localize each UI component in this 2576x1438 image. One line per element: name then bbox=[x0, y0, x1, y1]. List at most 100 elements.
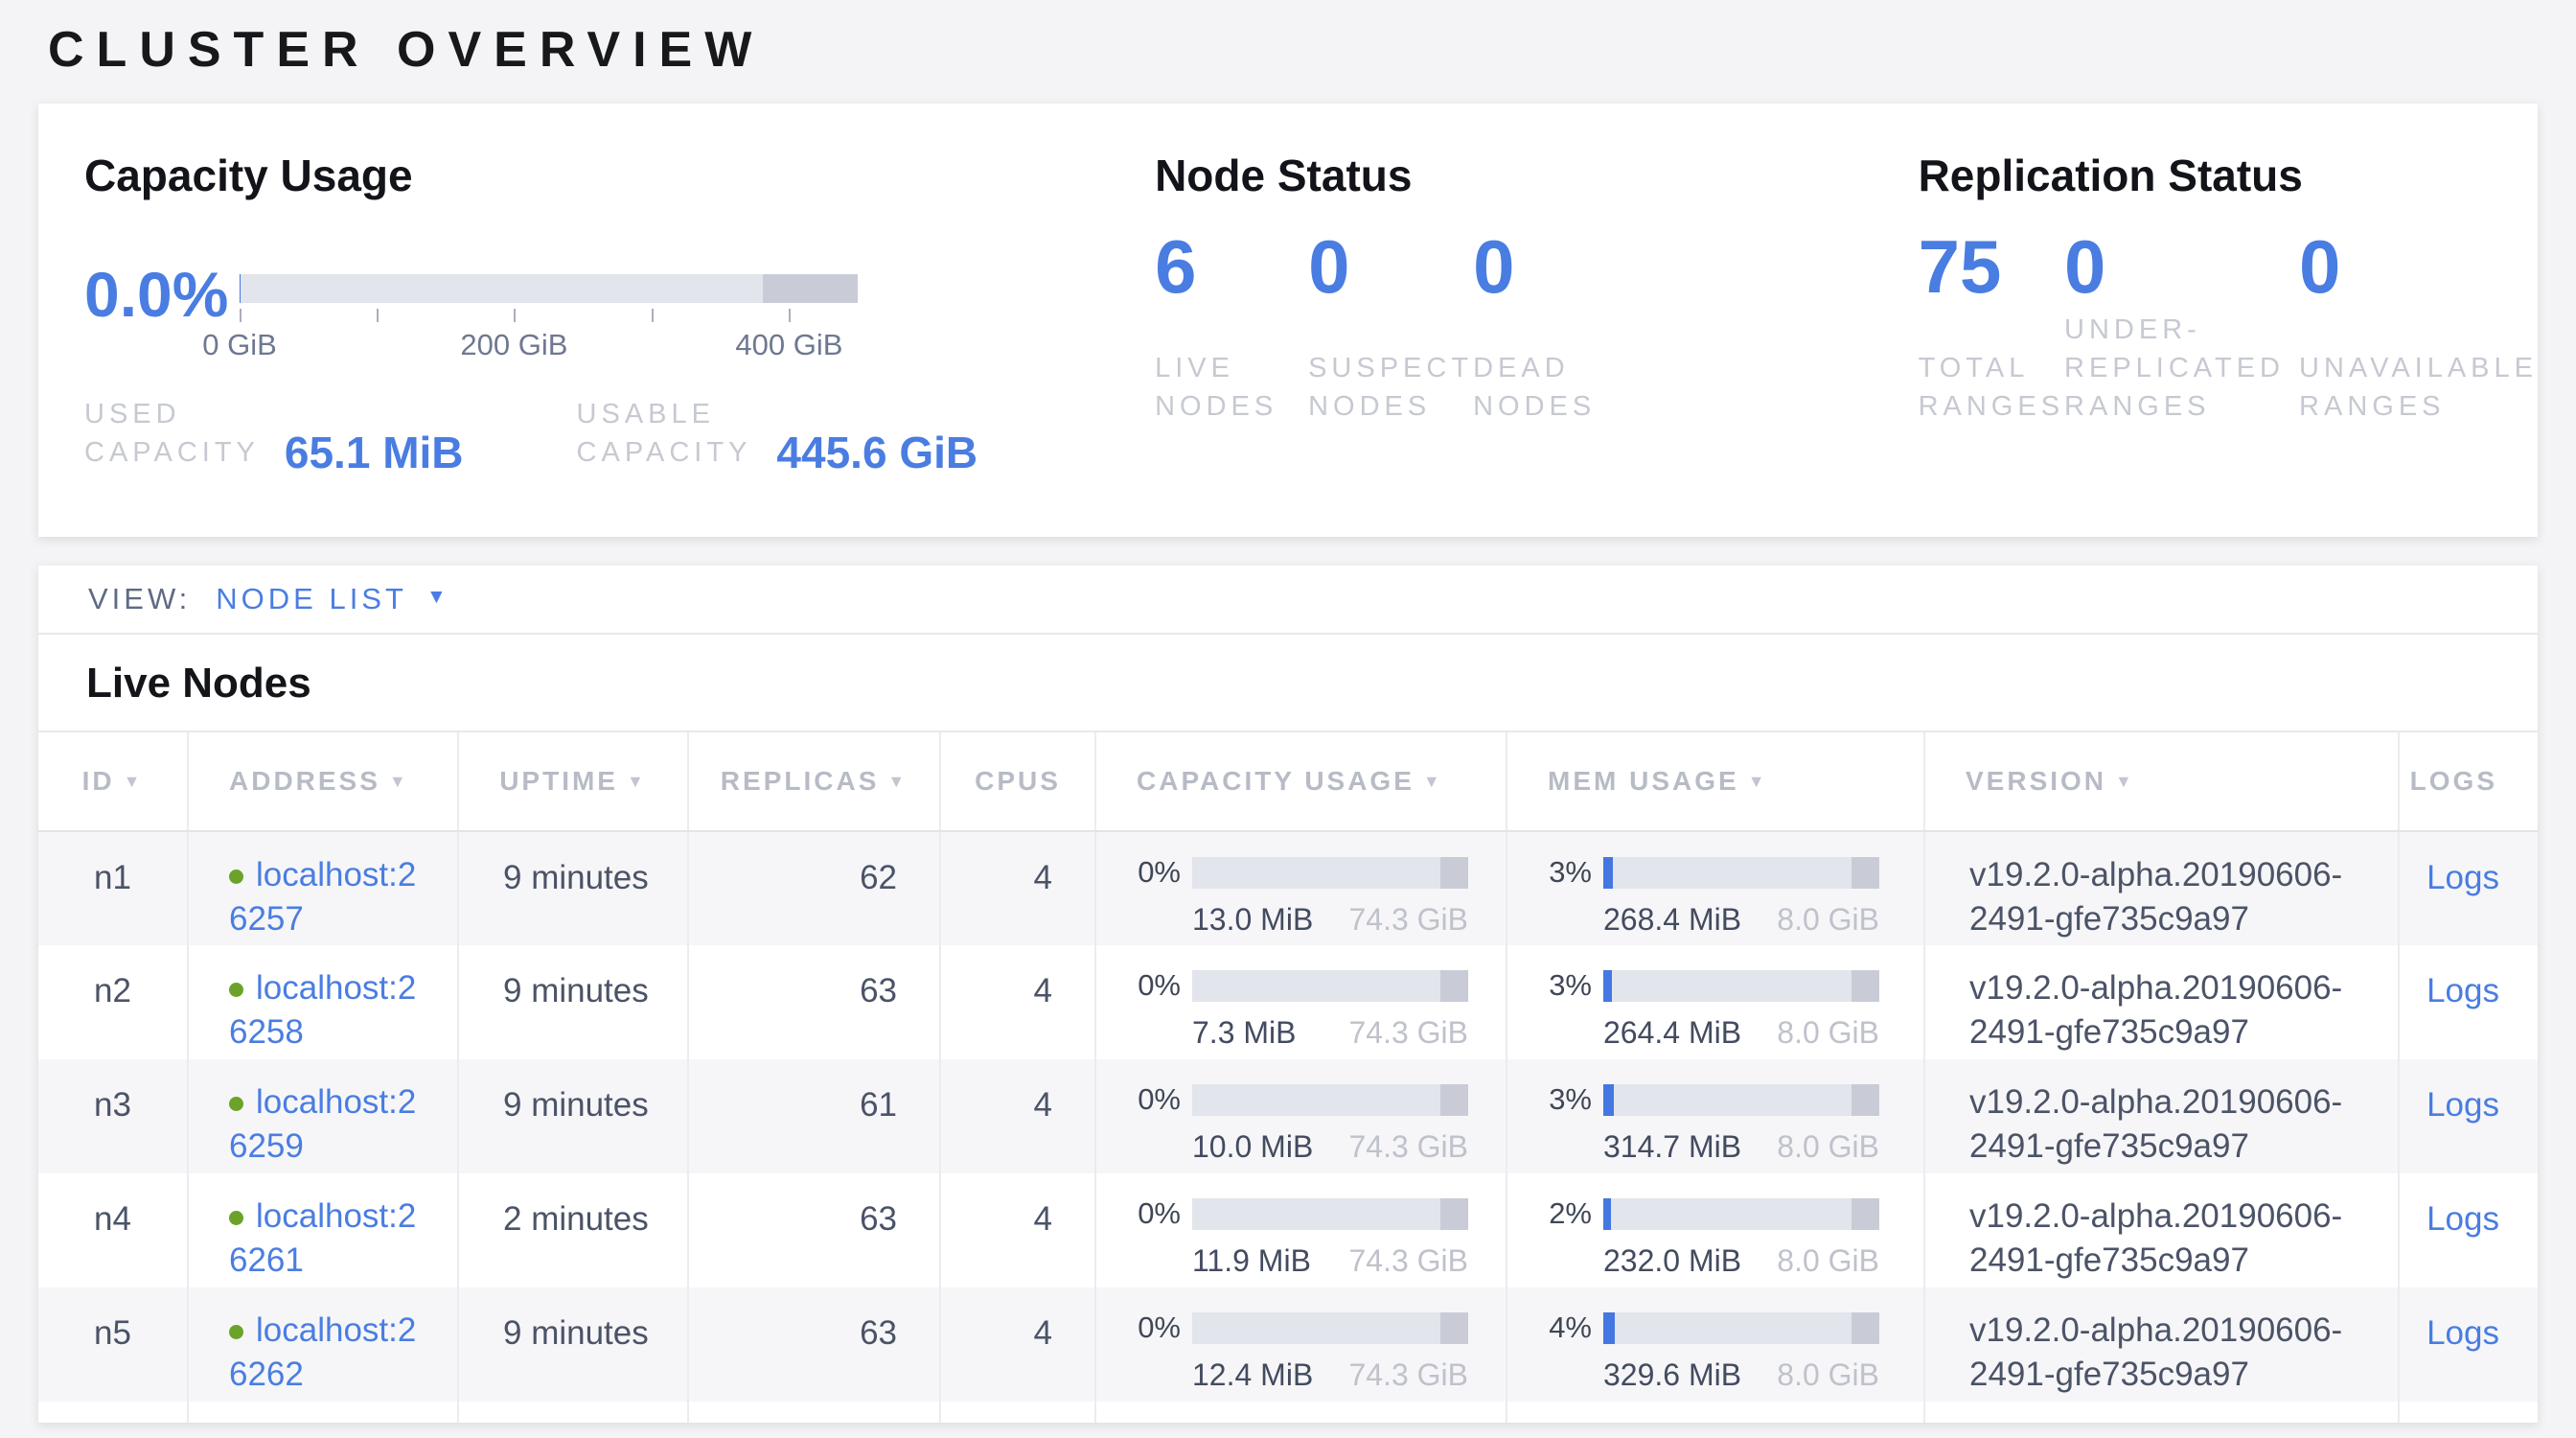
memory-total-value: 8.0 GiB bbox=[1777, 1015, 1879, 1051]
sort-descending-icon: ▼ bbox=[1748, 772, 1768, 791]
replication-status-section: Replication Status 75 TOTAL RANGES 0 UND… bbox=[1919, 153, 2538, 537]
capacity-percent: 0% bbox=[1133, 968, 1192, 1003]
memory-bar-fill bbox=[1603, 970, 1612, 1002]
dead-nodes-stat: 0 DEAD NODES bbox=[1473, 228, 1626, 426]
column-header[interactable]: CAPACITY USAGE▼ bbox=[1095, 731, 1506, 831]
node-cpus-cell: 4 bbox=[940, 831, 1095, 945]
capacity-axis: 0 GiB 200 GiB 400 GiB bbox=[240, 303, 858, 357]
column-header-label: REPLICAS bbox=[721, 766, 880, 796]
usable-capacity-stat: USABLE CAPACITY 445.6 GiB bbox=[577, 395, 978, 472]
capacity-usage-heading: Capacity Usage bbox=[84, 153, 1155, 197]
memory-bar-track bbox=[1603, 1198, 1879, 1230]
node-address-link[interactable]: localhost:26261 bbox=[229, 1197, 416, 1279]
node-address-link[interactable]: localhost:26258 bbox=[229, 969, 416, 1051]
node-logs-cell: Logs bbox=[2399, 1287, 2538, 1402]
node-version-cell: v19.2.0-alpha.20190606-2491-gfe735c9a97 bbox=[1924, 1173, 2399, 1287]
column-header[interactable]: MEM USAGE▼ bbox=[1506, 731, 1924, 831]
live-nodes-table-foot bbox=[38, 1402, 2538, 1423]
logs-link[interactable]: Logs bbox=[2426, 1314, 2499, 1352]
node-healthy-icon bbox=[229, 1211, 243, 1225]
memory-percent: 3% bbox=[1544, 855, 1603, 890]
chevron-down-icon[interactable]: ▼ bbox=[426, 586, 447, 609]
sort-descending-icon: ▼ bbox=[2115, 772, 2135, 791]
logs-link[interactable]: Logs bbox=[2426, 1086, 2499, 1124]
node-logs-cell: Logs bbox=[2399, 945, 2538, 1059]
column-header-label: ID bbox=[82, 766, 115, 796]
suspect-nodes-label: SUSPECT NODES bbox=[1308, 349, 1473, 426]
node-row: n2 localhost:26258 9 minutes 63 4 0% 7.3… bbox=[38, 945, 2538, 1059]
logs-link[interactable]: Logs bbox=[2426, 972, 2499, 1009]
node-address-cell: localhost:26257 bbox=[188, 831, 458, 945]
node-row: n3 localhost:26259 9 minutes 61 4 0% 10.… bbox=[38, 1059, 2538, 1173]
node-id-cell: n4 bbox=[38, 1173, 188, 1287]
memory-total-value: 8.0 GiB bbox=[1777, 1243, 1879, 1279]
usable-capacity-label: USABLE CAPACITY bbox=[577, 395, 752, 472]
capacity-total-value: 74.3 GiB bbox=[1348, 1015, 1468, 1051]
node-cpus-cell: 4 bbox=[940, 945, 1095, 1059]
node-address-link[interactable]: localhost:26262 bbox=[229, 1311, 416, 1393]
node-uptime-cell: 9 minutes bbox=[458, 1287, 688, 1402]
node-cpus-cell: 4 bbox=[940, 1173, 1095, 1287]
column-header[interactable]: VERSION▼ bbox=[1924, 731, 2399, 831]
node-healthy-icon bbox=[229, 1097, 243, 1111]
column-header-label: ADDRESS bbox=[229, 766, 380, 796]
column-header[interactable]: UPTIME ▼ bbox=[458, 731, 688, 831]
memory-bar-track bbox=[1603, 970, 1879, 1002]
node-memory-cell: 3% 268.4 MiB 8.0 GiB bbox=[1506, 831, 1924, 945]
column-header-label: CPUS bbox=[975, 766, 1061, 796]
live-nodes-table-header: ID▼ ADDRESS▼ UPTIME▼ REPLICAS▼ CPUS CAPA… bbox=[38, 731, 2538, 831]
column-header: LOGS bbox=[2399, 731, 2538, 831]
used-capacity-label: USED CAPACITY bbox=[84, 395, 260, 472]
used-capacity-stat: USED CAPACITY 65.1 MiB bbox=[84, 395, 464, 472]
logs-link[interactable]: Logs bbox=[2426, 1200, 2499, 1238]
node-uptime-cell: 9 minutes bbox=[458, 945, 688, 1059]
column-header[interactable]: ID ▼ bbox=[38, 731, 188, 831]
sort-descending-icon: ▼ bbox=[1423, 772, 1443, 791]
column-header[interactable]: REPLICAS▼ bbox=[688, 731, 940, 831]
axis-tick bbox=[377, 309, 379, 322]
capacity-used-value: 12.4 MiB bbox=[1192, 1357, 1313, 1393]
node-id-cell: n3 bbox=[38, 1059, 188, 1173]
node-address-cell: localhost:26259 bbox=[188, 1059, 458, 1173]
capacity-total-value: 74.3 GiB bbox=[1348, 902, 1468, 938]
node-healthy-icon bbox=[229, 870, 243, 884]
node-logs-cell: Logs bbox=[2399, 1173, 2538, 1287]
node-address-link[interactable]: localhost:26257 bbox=[229, 856, 416, 938]
node-version-cell: v19.2.0-alpha.20190606-2491-gfe735c9a97 bbox=[1924, 1287, 2399, 1402]
node-address-link[interactable]: localhost:26259 bbox=[229, 1083, 416, 1165]
live-nodes-label: LIVE NODES bbox=[1155, 349, 1308, 426]
axis-tick bbox=[240, 309, 242, 322]
view-selector[interactable]: NODE LIST bbox=[216, 582, 407, 616]
node-healthy-icon bbox=[229, 983, 243, 997]
under-replicated-count: 0 bbox=[2064, 228, 2299, 305]
axis-label: 0 GiB bbox=[202, 328, 277, 362]
memory-total-value: 8.0 GiB bbox=[1777, 902, 1879, 938]
column-header-label: UPTIME bbox=[499, 766, 618, 796]
node-uptime-cell: 9 minutes bbox=[458, 1059, 688, 1173]
memory-percent: 3% bbox=[1544, 968, 1603, 1003]
node-logs-cell: Logs bbox=[2399, 831, 2538, 945]
replication-stats: 75 TOTAL RANGES 0 UNDER- REPLICATED RANG… bbox=[1919, 228, 2538, 426]
capacity-bar-track bbox=[1192, 970, 1468, 1002]
node-cpus-cell: 4 bbox=[940, 1059, 1095, 1173]
capacity-percent: 0% bbox=[1133, 1310, 1192, 1345]
node-healthy-icon bbox=[229, 1325, 243, 1339]
logs-link[interactable]: Logs bbox=[2426, 859, 2499, 896]
node-capacity-cell: 0% 10.0 MiB 74.3 GiB bbox=[1095, 1059, 1506, 1173]
sort-descending-icon: ▼ bbox=[124, 772, 144, 791]
capacity-used-percent: 0.0% bbox=[84, 263, 240, 326]
sort-descending-icon: ▼ bbox=[627, 772, 647, 791]
node-memory-cell: 3% 264.4 MiB 8.0 GiB bbox=[1506, 945, 1924, 1059]
capacity-used-value: 10.0 MiB bbox=[1192, 1129, 1313, 1165]
capacity-used-value: 7.3 MiB bbox=[1192, 1015, 1296, 1051]
axis-tick bbox=[789, 309, 791, 322]
cluster-summary-card: Capacity Usage 0.0% 0 GiB 200 GiB bbox=[38, 104, 2538, 537]
view-bar: VIEW: NODE LIST ▼ bbox=[38, 566, 2538, 635]
memory-used-value: 264.4 MiB bbox=[1603, 1015, 1741, 1051]
column-header[interactable]: ADDRESS▼ bbox=[188, 731, 458, 831]
capacity-percent: 0% bbox=[1133, 1196, 1192, 1231]
memory-used-value: 232.0 MiB bbox=[1603, 1243, 1741, 1279]
live-nodes-table: ID▼ ADDRESS▼ UPTIME▼ REPLICAS▼ CPUS CAPA… bbox=[38, 731, 2538, 1423]
node-uptime-cell: 2 minutes bbox=[458, 1173, 688, 1287]
node-memory-cell: 4% 329.6 MiB 8.0 GiB bbox=[1506, 1287, 1924, 1402]
